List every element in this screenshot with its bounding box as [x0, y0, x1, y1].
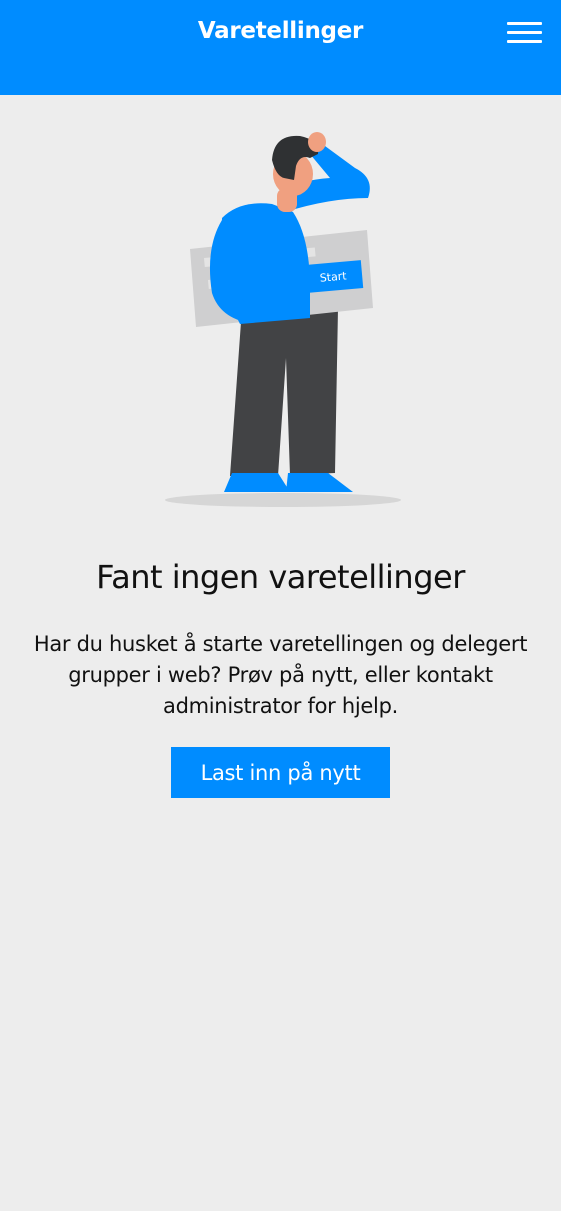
- empty-state-message: Har du husket å starte varetellingen og …: [33, 632, 528, 718]
- app-header: Varetellinger: [0, 0, 561, 95]
- person-shoe-right: [286, 473, 353, 492]
- confused-person-illustration: Start: [160, 128, 405, 513]
- person-shoe-left: [224, 473, 290, 492]
- empty-state-title: Fant ingen varetellinger: [96, 558, 465, 596]
- person-hand: [308, 132, 326, 152]
- menu-button[interactable]: [503, 18, 543, 48]
- ground-shadow: [165, 493, 401, 507]
- card-start-label: Start: [319, 269, 348, 284]
- reload-button[interactable]: Last inn på nytt: [171, 747, 390, 798]
- person-legs: [230, 308, 338, 476]
- page-title: Varetellinger: [197, 18, 364, 44]
